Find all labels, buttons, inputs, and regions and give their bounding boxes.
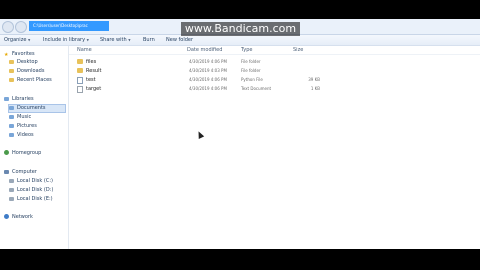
file-date: 4/30/2019 4:06 PM	[189, 86, 227, 91]
file-name: Result	[86, 68, 102, 74]
new-folder-button[interactable]: New folder	[166, 37, 193, 43]
star-icon: ★	[4, 51, 9, 58]
back-button[interactable]	[2, 21, 14, 33]
column-header-name[interactable]: Name	[77, 47, 92, 53]
desktop-icon	[9, 59, 14, 64]
file-type: File folder	[241, 68, 261, 73]
chevron-down-icon: ▼	[128, 38, 131, 42]
nav-local-disk-d[interactable]: Local Disk (D:)	[9, 187, 53, 194]
network-icon	[4, 214, 9, 219]
nav-documents[interactable]: Documents	[8, 104, 66, 113]
explorer-window: C:\Users\user\Desktop\prac Organize ▼ In…	[0, 19, 480, 249]
file-size: 1 KB	[310, 86, 320, 91]
libraries-icon	[4, 96, 9, 101]
nav-favorites[interactable]: ★ Favorites	[4, 51, 35, 58]
nav-recent-places[interactable]: Recent Places	[9, 77, 52, 84]
include-in-library-menu[interactable]: Include in library ▼	[43, 37, 89, 43]
column-header-type[interactable]: Type	[241, 47, 252, 53]
chevron-down-icon: ▼	[28, 38, 31, 42]
share-label: Share with	[100, 37, 127, 43]
nav-network[interactable]: Network	[4, 214, 33, 221]
nav-pictures[interactable]: Pictures	[9, 123, 37, 130]
nav-videos[interactable]: Videos	[9, 132, 34, 139]
nav-music[interactable]: Music	[9, 114, 31, 121]
videos-icon	[9, 132, 14, 137]
downloads-icon	[9, 68, 14, 73]
nav-homegroup[interactable]: Homegroup	[4, 150, 41, 157]
file-row[interactable]: Result 4/30/2019 4:03 PM File folder	[69, 67, 329, 76]
file-name: test	[86, 77, 96, 83]
nav-local-disk-e[interactable]: Local Disk (E:)	[9, 196, 53, 203]
file-list: Name Date modified Type Size files 4/30/…	[69, 46, 480, 249]
column-header-size[interactable]: Size	[293, 47, 303, 53]
command-bar: Organize ▼ Include in library ▼ Share wi…	[0, 35, 480, 46]
disk-icon	[9, 178, 14, 183]
nav-computer[interactable]: Computer	[4, 169, 37, 176]
computer-icon	[4, 169, 9, 174]
disk-icon	[9, 196, 14, 201]
folder-icon	[77, 59, 83, 64]
file-row[interactable]: files 4/30/2019 4:06 PM File folder	[69, 58, 329, 67]
nav-downloads[interactable]: Downloads	[9, 68, 44, 75]
organize-menu[interactable]: Organize ▼	[4, 37, 30, 43]
recent-places-icon	[9, 77, 14, 82]
organize-label: Organize	[4, 37, 27, 43]
top-black-bar	[0, 0, 480, 19]
disk-icon	[9, 187, 14, 192]
file-size: 39 KB	[308, 77, 320, 82]
burn-button[interactable]: Burn	[143, 37, 155, 43]
address-bar[interactable]: C:\Users\user\Desktop\prac	[29, 21, 109, 31]
file-type: Text Document	[241, 86, 272, 91]
documents-icon	[9, 105, 14, 110]
file-type: File folder	[241, 59, 261, 64]
forward-button[interactable]	[15, 21, 27, 33]
file-name: target	[86, 86, 102, 92]
file-date: 4/30/2019 4:03 PM	[189, 68, 227, 73]
file-type: Python File	[241, 77, 263, 82]
homegroup-icon	[4, 150, 9, 155]
nav-desktop[interactable]: Desktop	[9, 59, 38, 66]
python-file-icon	[77, 77, 83, 84]
file-name: files	[86, 59, 97, 65]
file-row[interactable]: test 4/30/2019 4:06 PM Python File 39 KB	[69, 76, 329, 85]
folder-icon	[77, 68, 83, 73]
file-date: 4/30/2019 4:06 PM	[189, 59, 227, 64]
pictures-icon	[9, 123, 14, 128]
nav-local-disk-c[interactable]: Local Disk (C:)	[9, 178, 53, 185]
share-with-menu[interactable]: Share with ▼	[100, 37, 131, 43]
navigation-pane: ★ Favorites Desktop Downloads Recent Plac…	[0, 46, 69, 249]
file-date: 4/30/2019 4:06 PM	[189, 77, 227, 82]
text-file-icon	[77, 86, 83, 93]
chevron-down-icon: ▼	[86, 38, 89, 42]
bottom-black-bar	[0, 249, 480, 270]
music-icon	[9, 114, 14, 119]
bandicam-watermark: www.Bandicam.com	[181, 22, 300, 36]
column-headers: Name Date modified Type Size	[69, 46, 480, 55]
file-row[interactable]: target 4/30/2019 4:06 PM Text Document 1…	[69, 85, 329, 94]
column-header-date-modified[interactable]: Date modified	[187, 47, 222, 53]
nav-libraries[interactable]: Libraries	[4, 96, 34, 103]
include-label: Include in library	[43, 37, 86, 43]
